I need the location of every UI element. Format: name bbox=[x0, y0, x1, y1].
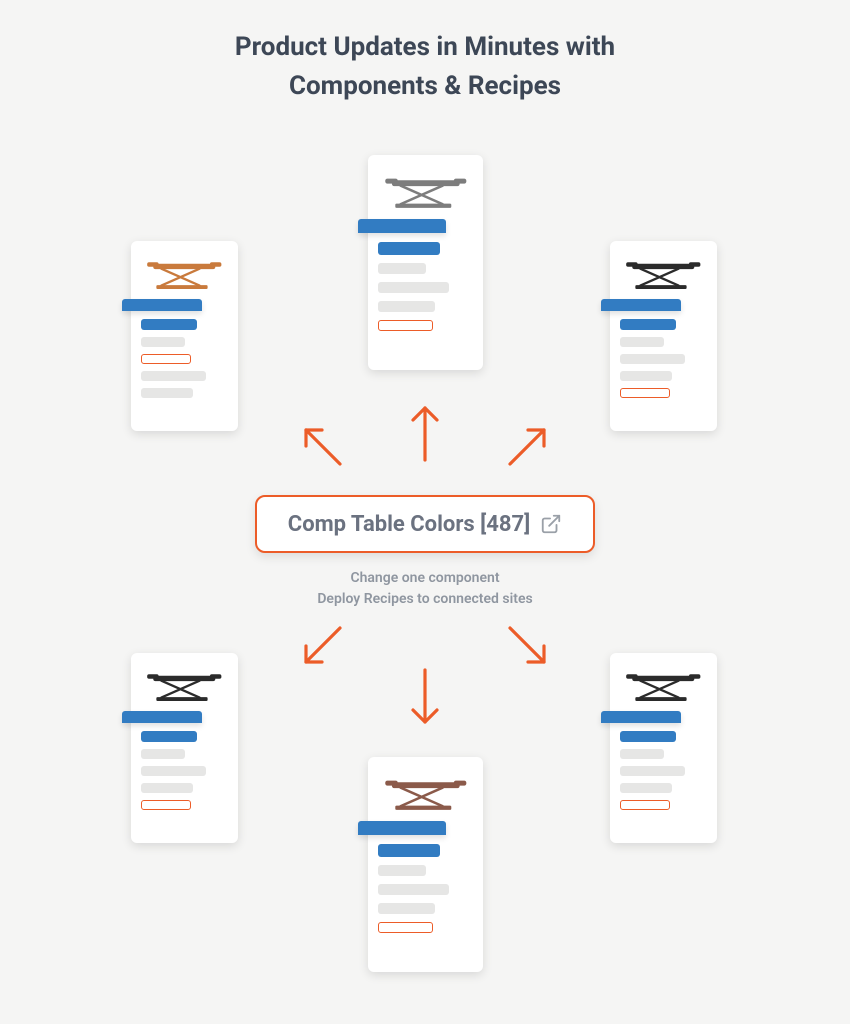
card-tab bbox=[601, 299, 681, 311]
card-tab bbox=[122, 299, 202, 311]
card-bar-title bbox=[378, 844, 440, 857]
card-bar-title bbox=[620, 731, 676, 742]
card-bar-highlight bbox=[141, 800, 191, 810]
table-icon bbox=[384, 776, 468, 813]
card-bar-highlight bbox=[620, 800, 670, 810]
diagram-subtext: Change one component Deploy Recipes to c… bbox=[0, 568, 850, 610]
subtext-line-1: Change one component bbox=[350, 570, 499, 586]
product-card-top-right bbox=[610, 241, 717, 431]
product-card-top-left bbox=[131, 241, 238, 431]
card-bar-highlight bbox=[378, 922, 433, 933]
product-card-top-center bbox=[368, 155, 483, 370]
subtext-line-2: Deploy Recipes to connected sites bbox=[317, 591, 532, 607]
arrow-down-icon bbox=[408, 668, 442, 728]
product-thumb bbox=[620, 663, 707, 711]
card-bar-highlight bbox=[378, 320, 433, 331]
table-icon bbox=[146, 258, 223, 292]
card-bar-title bbox=[141, 731, 197, 742]
card-bar-text bbox=[378, 903, 435, 914]
product-card-bottom-right bbox=[610, 653, 717, 843]
card-bar-title bbox=[620, 319, 676, 330]
card-tab bbox=[358, 219, 446, 233]
product-thumb bbox=[378, 165, 473, 220]
card-bar-text bbox=[378, 263, 426, 274]
arrow-up-left-icon bbox=[298, 422, 346, 470]
card-bar-text bbox=[141, 749, 185, 759]
card-bar-text bbox=[141, 766, 206, 776]
title-line-1: Product Updates in Minutes with bbox=[235, 32, 615, 62]
product-thumb bbox=[141, 251, 228, 299]
card-bar-title bbox=[141, 319, 197, 330]
card-bar-text bbox=[620, 783, 672, 793]
card-bar-title bbox=[378, 242, 440, 255]
table-icon bbox=[146, 670, 223, 704]
arrow-up-right-icon bbox=[504, 422, 552, 470]
card-bar-highlight bbox=[141, 354, 191, 364]
card-bar-text bbox=[620, 371, 672, 381]
card-tab bbox=[358, 821, 446, 835]
table-icon bbox=[384, 174, 468, 211]
card-bar-highlight bbox=[620, 388, 670, 398]
card-bar-text bbox=[620, 749, 664, 759]
card-bar-text bbox=[378, 282, 449, 293]
table-icon bbox=[625, 258, 702, 292]
product-card-bottom-left bbox=[131, 653, 238, 843]
table-icon bbox=[625, 670, 702, 704]
card-bar-text bbox=[378, 301, 435, 312]
component-pill[interactable]: Comp Table Colors [487] bbox=[255, 495, 595, 553]
card-bar-text bbox=[141, 783, 193, 793]
card-tab bbox=[601, 711, 681, 723]
card-bar-text bbox=[141, 337, 185, 347]
diagram-title: Product Updates in Minutes with Componen… bbox=[0, 28, 850, 106]
arrow-up-icon bbox=[408, 402, 442, 462]
product-thumb bbox=[620, 251, 707, 299]
card-bar-text bbox=[620, 766, 685, 776]
card-bar-text bbox=[141, 371, 206, 381]
product-thumb bbox=[378, 767, 473, 822]
card-bar-text bbox=[141, 388, 193, 398]
external-link-icon bbox=[540, 513, 562, 535]
card-bar-text bbox=[378, 884, 449, 895]
component-pill-label: Comp Table Colors [487] bbox=[288, 512, 530, 537]
card-bar-text bbox=[620, 354, 685, 364]
card-bar-text bbox=[378, 865, 426, 876]
card-tab bbox=[122, 711, 202, 723]
arrow-down-right-icon bbox=[504, 622, 552, 670]
arrow-down-left-icon bbox=[298, 622, 346, 670]
product-card-bottom-center bbox=[368, 757, 483, 972]
title-line-2: Components & Recipes bbox=[289, 71, 561, 101]
card-bar-text bbox=[620, 337, 664, 347]
product-thumb bbox=[141, 663, 228, 711]
